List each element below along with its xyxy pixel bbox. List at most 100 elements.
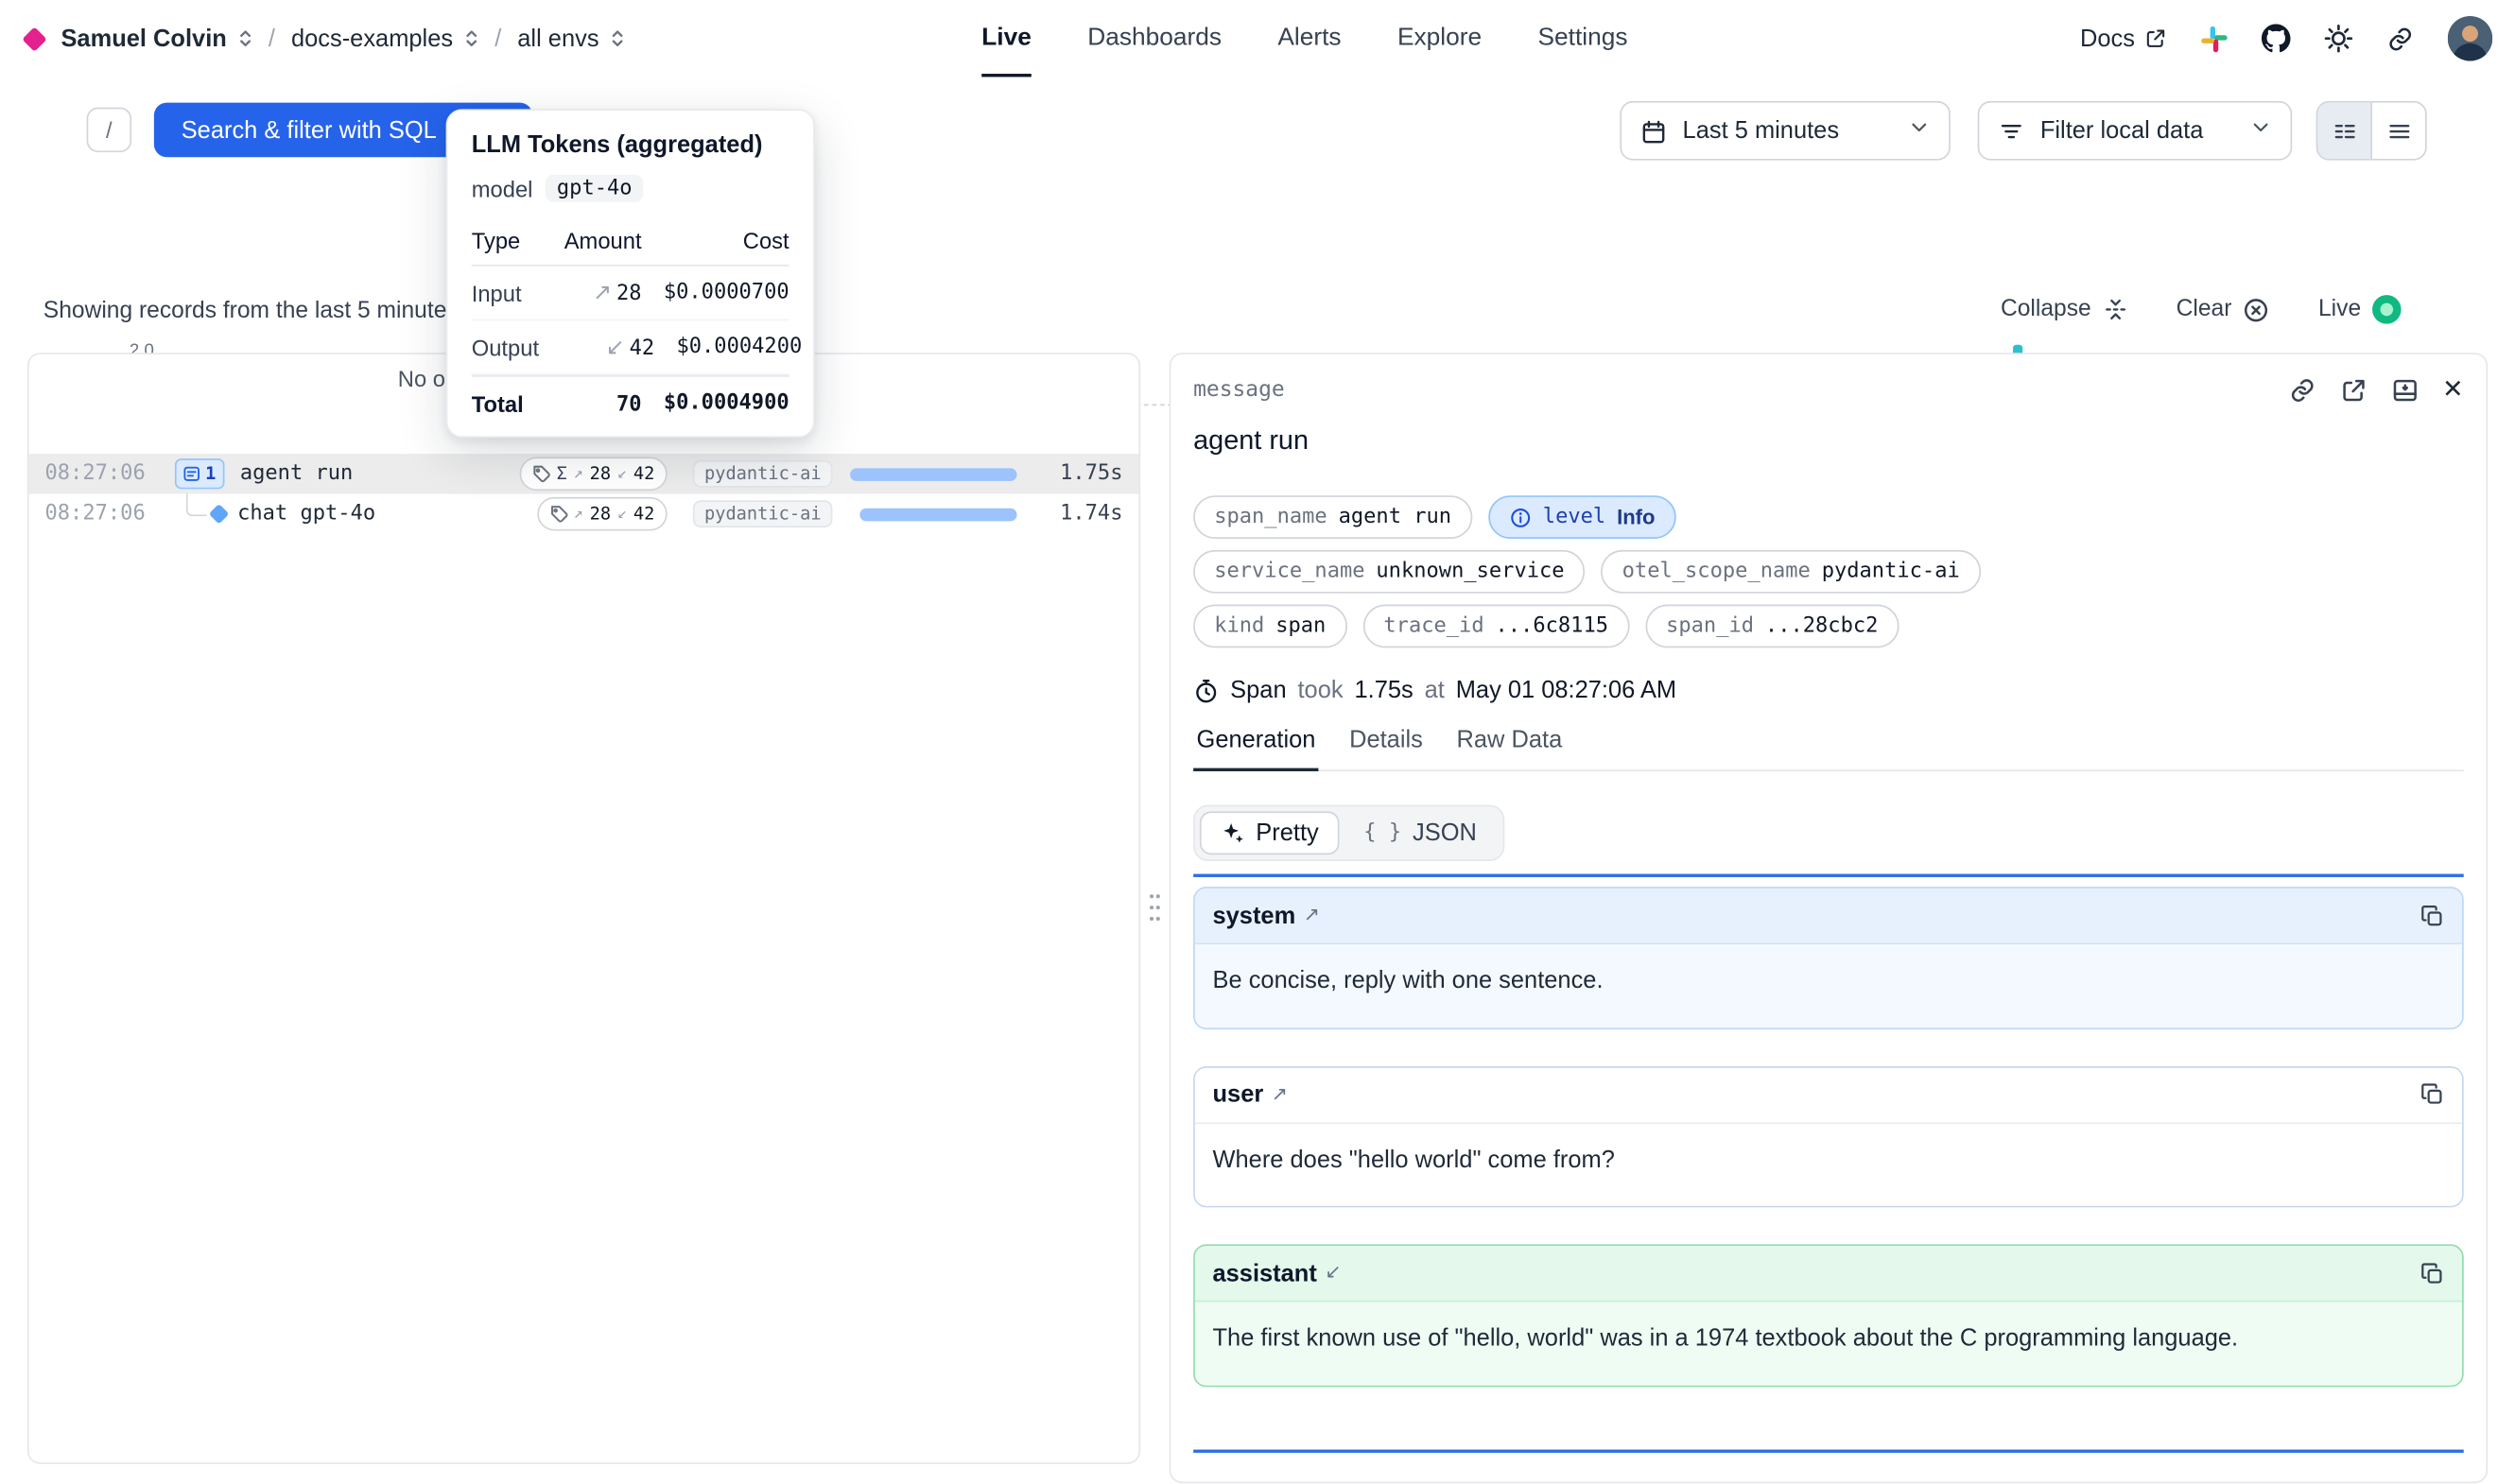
row-metrics: ↗28 ↙42 pydantic-ai 1.74s <box>537 497 1123 531</box>
app-root: Samuel Colvin / docs-examples / all envs… <box>0 0 2515 1483</box>
tooltip-title: LLM Tokens (aggregated) <box>472 131 789 159</box>
message-text: Where does "hello world" come from? <box>1195 1123 2462 1205</box>
theme-toggle-button[interactable] <box>2324 24 2353 53</box>
env-sort-chevrons-icon[interactable] <box>612 29 625 48</box>
slack-button[interactable] <box>2201 25 2229 52</box>
output-tokens-icon: ↙ <box>606 334 625 359</box>
tab-raw-data[interactable]: Raw Data <box>1453 726 1566 771</box>
tab-explore[interactable]: Explore <box>1397 0 1482 77</box>
filter-local-data-dropdown[interactable]: Filter local data <box>1978 101 2293 161</box>
external-link-icon <box>2144 27 2167 50</box>
attr-value: ...6c8115 <box>1495 614 1608 638</box>
span-duration-line: Span took 1.75s at May 01 08:27:06 AM <box>1193 677 2464 704</box>
span-name-pill[interactable]: span_name agent run <box>1193 495 1472 539</box>
copy-message-button[interactable] <box>2420 904 2444 927</box>
flat-view-button[interactable] <box>2370 103 2425 159</box>
environment-selector[interactable]: all envs <box>517 25 598 52</box>
open-in-new-button[interactable] <box>2339 376 2367 404</box>
output-direction-icon: ↙ <box>1325 1260 1341 1283</box>
trace-row-agent-run[interactable]: 08:27:06 1 agent run Σ ↗28 ↙42 <box>29 454 1139 493</box>
org-sort-chevrons-icon[interactable] <box>239 29 252 48</box>
message-block-system: system ↗ Be concise, reply with one sent… <box>1193 887 2464 1028</box>
span-diamond-icon <box>209 504 230 525</box>
list-flat-icon <box>2385 118 2411 144</box>
duration-value: 1.75s <box>1354 677 1413 704</box>
breadcrumb-separator: / <box>494 25 501 52</box>
project-selector[interactable]: docs-examples <box>291 25 453 52</box>
tab-details[interactable]: Details <box>1346 726 1427 771</box>
input-tokens-icon: ↗ <box>574 465 583 483</box>
llm-tokens-tooltip: LLM Tokens (aggregated) model gpt-4o Typ… <box>446 109 815 438</box>
breadcrumb-separator: / <box>269 25 275 52</box>
col-amount: Amount <box>526 228 641 253</box>
scope-tag-pill[interactable]: pydantic-ai <box>693 500 832 527</box>
live-toggle-button[interactable]: Live <box>2318 295 2402 324</box>
output-tokens: 42 <box>633 463 654 484</box>
project-sort-chevrons-icon[interactable] <box>466 29 479 48</box>
filter-lines-icon <box>1999 118 2024 144</box>
attr-key: otel_scope_name <box>1622 560 1811 583</box>
attr-key: service_name <box>1214 560 1364 583</box>
github-button[interactable] <box>2262 24 2291 53</box>
service-name-pill[interactable]: service_name unknown_service <box>1193 550 1585 594</box>
tag-icon <box>549 505 567 523</box>
model-value-chip: gpt-4o <box>546 175 643 202</box>
input-tokens-icon: ↗ <box>574 505 583 523</box>
navbar-actions: Docs <box>2080 0 2492 77</box>
record-kind-label: message <box>1193 377 1285 403</box>
level-pill[interactable]: level Info <box>1488 495 1675 539</box>
child-count-badge[interactable]: 1 <box>175 458 224 489</box>
collapse-button[interactable]: Collapse <box>2001 297 2128 322</box>
records-timeline-chart[interactable]: 2.0 1.0 0.0 May 01. 08:22:50 08:25 08:26… <box>0 161 2515 276</box>
input-tokens: 28 <box>590 504 611 525</box>
tab-alerts[interactable]: Alerts <box>1277 0 1341 77</box>
row-amount: 28 <box>616 283 642 306</box>
token-usage-pill[interactable]: Σ ↗28 ↙42 <box>520 457 668 491</box>
token-usage-pill[interactable]: ↗28 ↙42 <box>537 497 668 531</box>
tab-dashboards[interactable]: Dashboards <box>1087 0 1222 77</box>
tag-icon <box>532 465 550 483</box>
copy-message-button[interactable] <box>2420 1082 2444 1106</box>
user-avatar[interactable] <box>2448 16 2493 61</box>
copy-message-button[interactable] <box>2420 1261 2444 1285</box>
otel-scope-pill[interactable]: otel_scope_name pydantic-ai <box>1602 550 1981 594</box>
tokens-row-total: Total 70 $0.0004900 <box>472 375 789 430</box>
clear-button[interactable]: Clear <box>2177 296 2271 323</box>
collapse-label: Collapse <box>2001 297 2091 322</box>
main-nav-tabs: Live Dashboards Alerts Explore Settings <box>981 0 1627 77</box>
row-timestamp: 08:27:06 <box>45 462 151 486</box>
child-count: 1 <box>205 463 216 484</box>
trace-row-chat-gpt-4o[interactable]: 08:27:06 chat gpt-4o ↗28 ↙42 pydantic-ai… <box>29 494 1139 534</box>
tab-generation[interactable]: Generation <box>1193 726 1319 771</box>
tab-settings[interactable]: Settings <box>1538 0 1628 77</box>
kind-pill[interactable]: kind span <box>1193 605 1346 648</box>
duration-value: 1.74s <box>1039 502 1122 526</box>
copy-link-button[interactable] <box>2288 376 2316 404</box>
scope-tag-pill[interactable]: pydantic-ai <box>693 460 832 488</box>
info-circle-icon <box>1509 506 1532 528</box>
close-detail-button[interactable]: ✕ <box>2442 373 2464 406</box>
docs-link[interactable]: Docs <box>2080 25 2167 52</box>
message-header: system ↗ <box>1195 889 2462 944</box>
sparkles-icon <box>1221 821 1244 845</box>
trace-id-pill[interactable]: trace_id ...6c8115 <box>1362 605 1629 648</box>
showing-records-text: Showing records from the last 5 minutes <box>43 299 459 324</box>
org-selector[interactable]: Samuel Colvin <box>61 25 226 52</box>
span-timestamp: May 01 08:27:06 AM <box>1456 677 1676 704</box>
pretty-view-button[interactable]: Pretty <box>1200 811 1340 854</box>
span-name: agent run <box>240 462 354 486</box>
tree-connector <box>186 493 207 516</box>
at-word: at <box>1425 677 1445 704</box>
collapsed-spans-icon <box>182 465 200 483</box>
tab-live[interactable]: Live <box>981 0 1032 77</box>
json-view-button[interactable]: { } JSON <box>1343 811 1498 854</box>
tree-view-button[interactable] <box>2317 103 2370 159</box>
dock-panel-button[interactable] <box>2391 376 2419 404</box>
time-range-dropdown[interactable]: Last 5 minutes <box>1620 101 1950 161</box>
records-status-bar: Showing records from the last 5 minutes … <box>0 295 2515 334</box>
detail-header-actions: ✕ <box>2288 373 2464 406</box>
panel-resize-handle[interactable] <box>1144 887 1167 928</box>
span-id-pill[interactable]: span_id ...28cbc2 <box>1645 605 1899 648</box>
share-link-button[interactable] <box>2386 25 2414 52</box>
detail-tabs: Generation Details Raw Data <box>1193 726 2464 771</box>
